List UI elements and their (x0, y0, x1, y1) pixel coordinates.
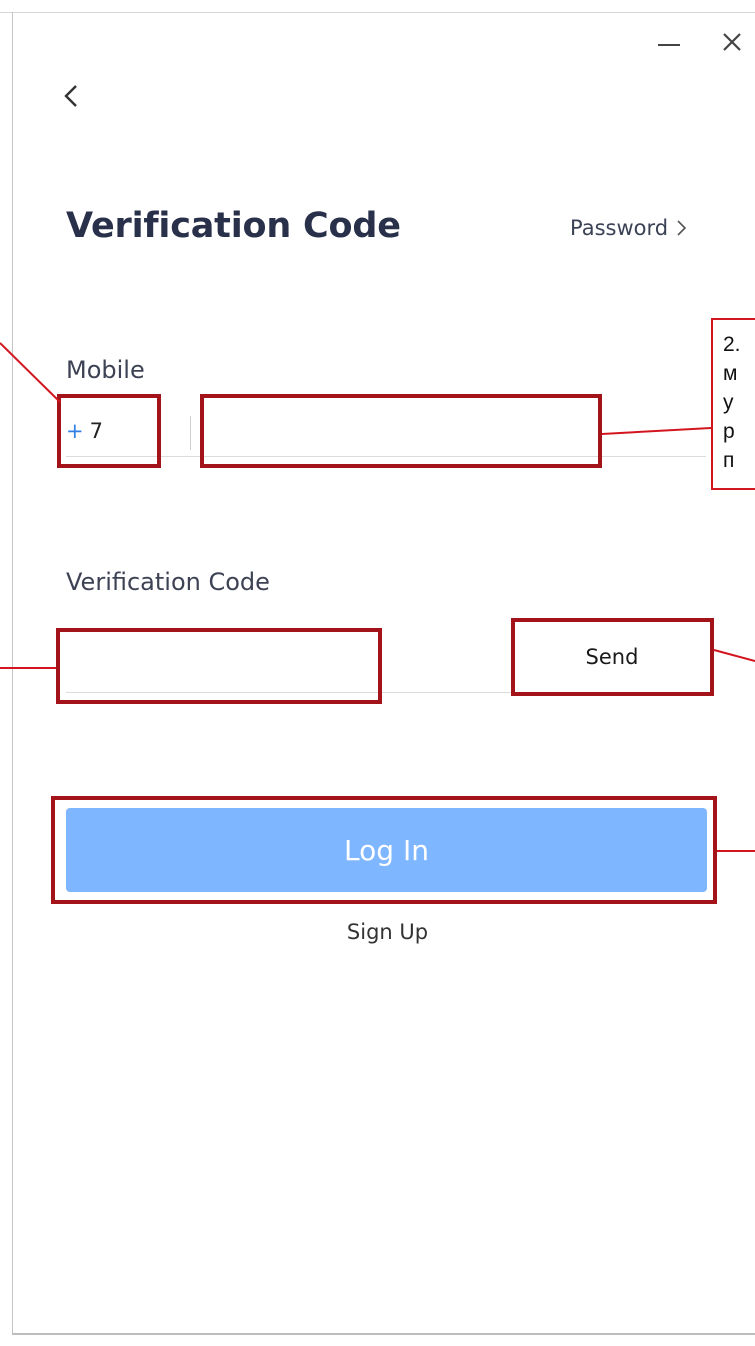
annotation-note: 2. м у р п (711, 318, 755, 490)
annotation-note-line: 2. (723, 333, 741, 356)
annotation-note-line: у (723, 391, 734, 414)
annotation-line-phone (601, 427, 712, 435)
annotation-note-line: п (723, 449, 735, 472)
annotation-connector-lines (0, 342, 755, 852)
annotation-note-line: м (723, 362, 738, 385)
login-window: Verification Code Password Mobile +7 Ver… (0, 0, 755, 1346)
annotation-line-country (0, 342, 61, 403)
annotation-line-send (713, 649, 755, 662)
annotation-note-line: р (723, 420, 735, 443)
